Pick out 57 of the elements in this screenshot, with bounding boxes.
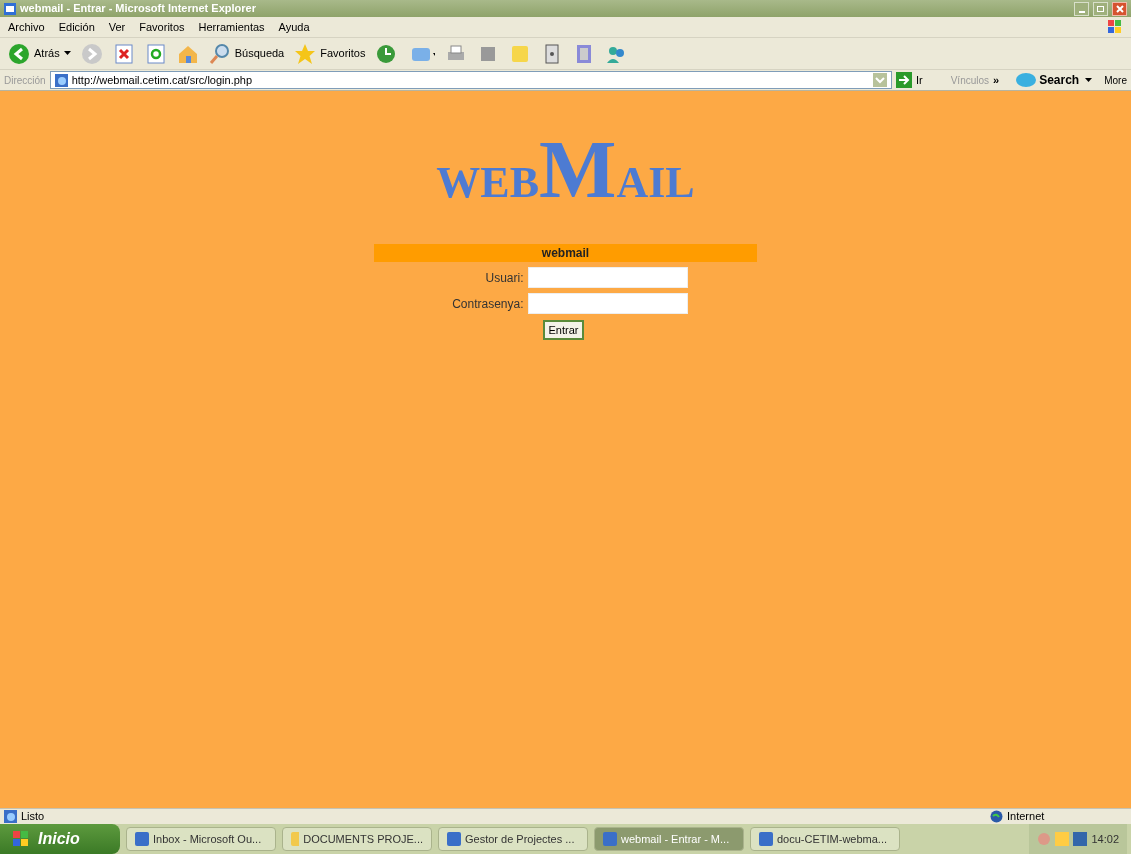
windows-logo-icon — [1107, 19, 1123, 35]
globe-icon — [990, 810, 1003, 823]
star-icon — [294, 42, 317, 65]
favorites-button[interactable]: Favoritos — [294, 42, 366, 65]
stop-icon[interactable] — [112, 42, 135, 65]
windows-logo-icon — [12, 830, 30, 848]
caret-icon — [1085, 77, 1093, 83]
restore-button[interactable] — [1093, 1, 1108, 16]
close-button[interactable] — [1112, 1, 1127, 16]
arrow-icon — [895, 72, 912, 88]
window-title: webmail - Entrar - Microsoft Internet Explorer — [20, 1, 257, 17]
taskbar-item[interactable]: DOCUMENTS PROJE... — [282, 827, 432, 851]
app-icon — [135, 832, 149, 846]
url-text: http://webmail.cetim.cat/src/login.php — [71, 72, 253, 88]
close-icon — [1115, 4, 1124, 13]
login-button[interactable]: Entrar — [542, 320, 585, 340]
links-chevron[interactable]: » — [993, 71, 1012, 89]
tray-icon[interactable] — [1073, 832, 1088, 846]
menu-item[interactable]: Edición — [58, 18, 95, 36]
menu-item[interactable]: Favoritos — [139, 18, 185, 36]
search-toolbar-button[interactable]: Search — [1015, 71, 1093, 89]
start-button[interactable]: Inicio — [0, 824, 120, 854]
menu-item[interactable]: Ver — [108, 18, 126, 36]
input-field[interactable] — [527, 267, 688, 288]
history-icon[interactable] — [375, 42, 398, 65]
busqueda-button[interactable]: Búsqueda — [208, 42, 285, 65]
menu-item[interactable]: Archivo — [8, 18, 45, 36]
page-icon — [4, 810, 17, 823]
form-heading: webmail — [374, 244, 757, 262]
app-icon — [759, 832, 773, 846]
zone-text: Internet — [1007, 809, 1046, 825]
menu-item[interactable]: Herramientas — [198, 18, 265, 36]
taskbar-item[interactable]: docu-CETIM-webma... — [750, 827, 900, 851]
more-link[interactable]: More — [1096, 72, 1127, 88]
input-field[interactable] — [527, 293, 688, 314]
taskbar-item[interactable]: Gestor de Projectes ... — [438, 827, 588, 851]
caret-icon — [63, 51, 71, 56]
forward-icon[interactable] — [80, 42, 103, 65]
clock: 14:02 — [1091, 831, 1119, 847]
search-icon — [208, 42, 231, 65]
address-field[interactable]: http://webmail.cetim.cat/src/login.php — [49, 71, 892, 89]
app-icon — [603, 832, 617, 846]
field-label: Usuari: — [484, 269, 524, 287]
field-label: Contrasenya: — [451, 295, 524, 313]
app-icon — [291, 832, 300, 846]
status-text: Listo — [21, 809, 46, 825]
go-button[interactable]: Ir — [895, 71, 947, 89]
back-button[interactable]: Atrás — [8, 42, 71, 65]
refresh-icon[interactable] — [144, 42, 167, 65]
app-icon — [447, 832, 461, 846]
taskbar-item[interactable]: Inbox - Microsoft Ou... — [126, 827, 276, 851]
menu-item[interactable]: Ayuda — [278, 18, 310, 36]
address-label: Dirección — [4, 73, 46, 88]
browser-icon — [4, 2, 16, 15]
webmail-logo: WEBMAIL — [436, 135, 695, 211]
page-icon — [54, 73, 68, 87]
minimize-button[interactable] — [1074, 1, 1089, 16]
